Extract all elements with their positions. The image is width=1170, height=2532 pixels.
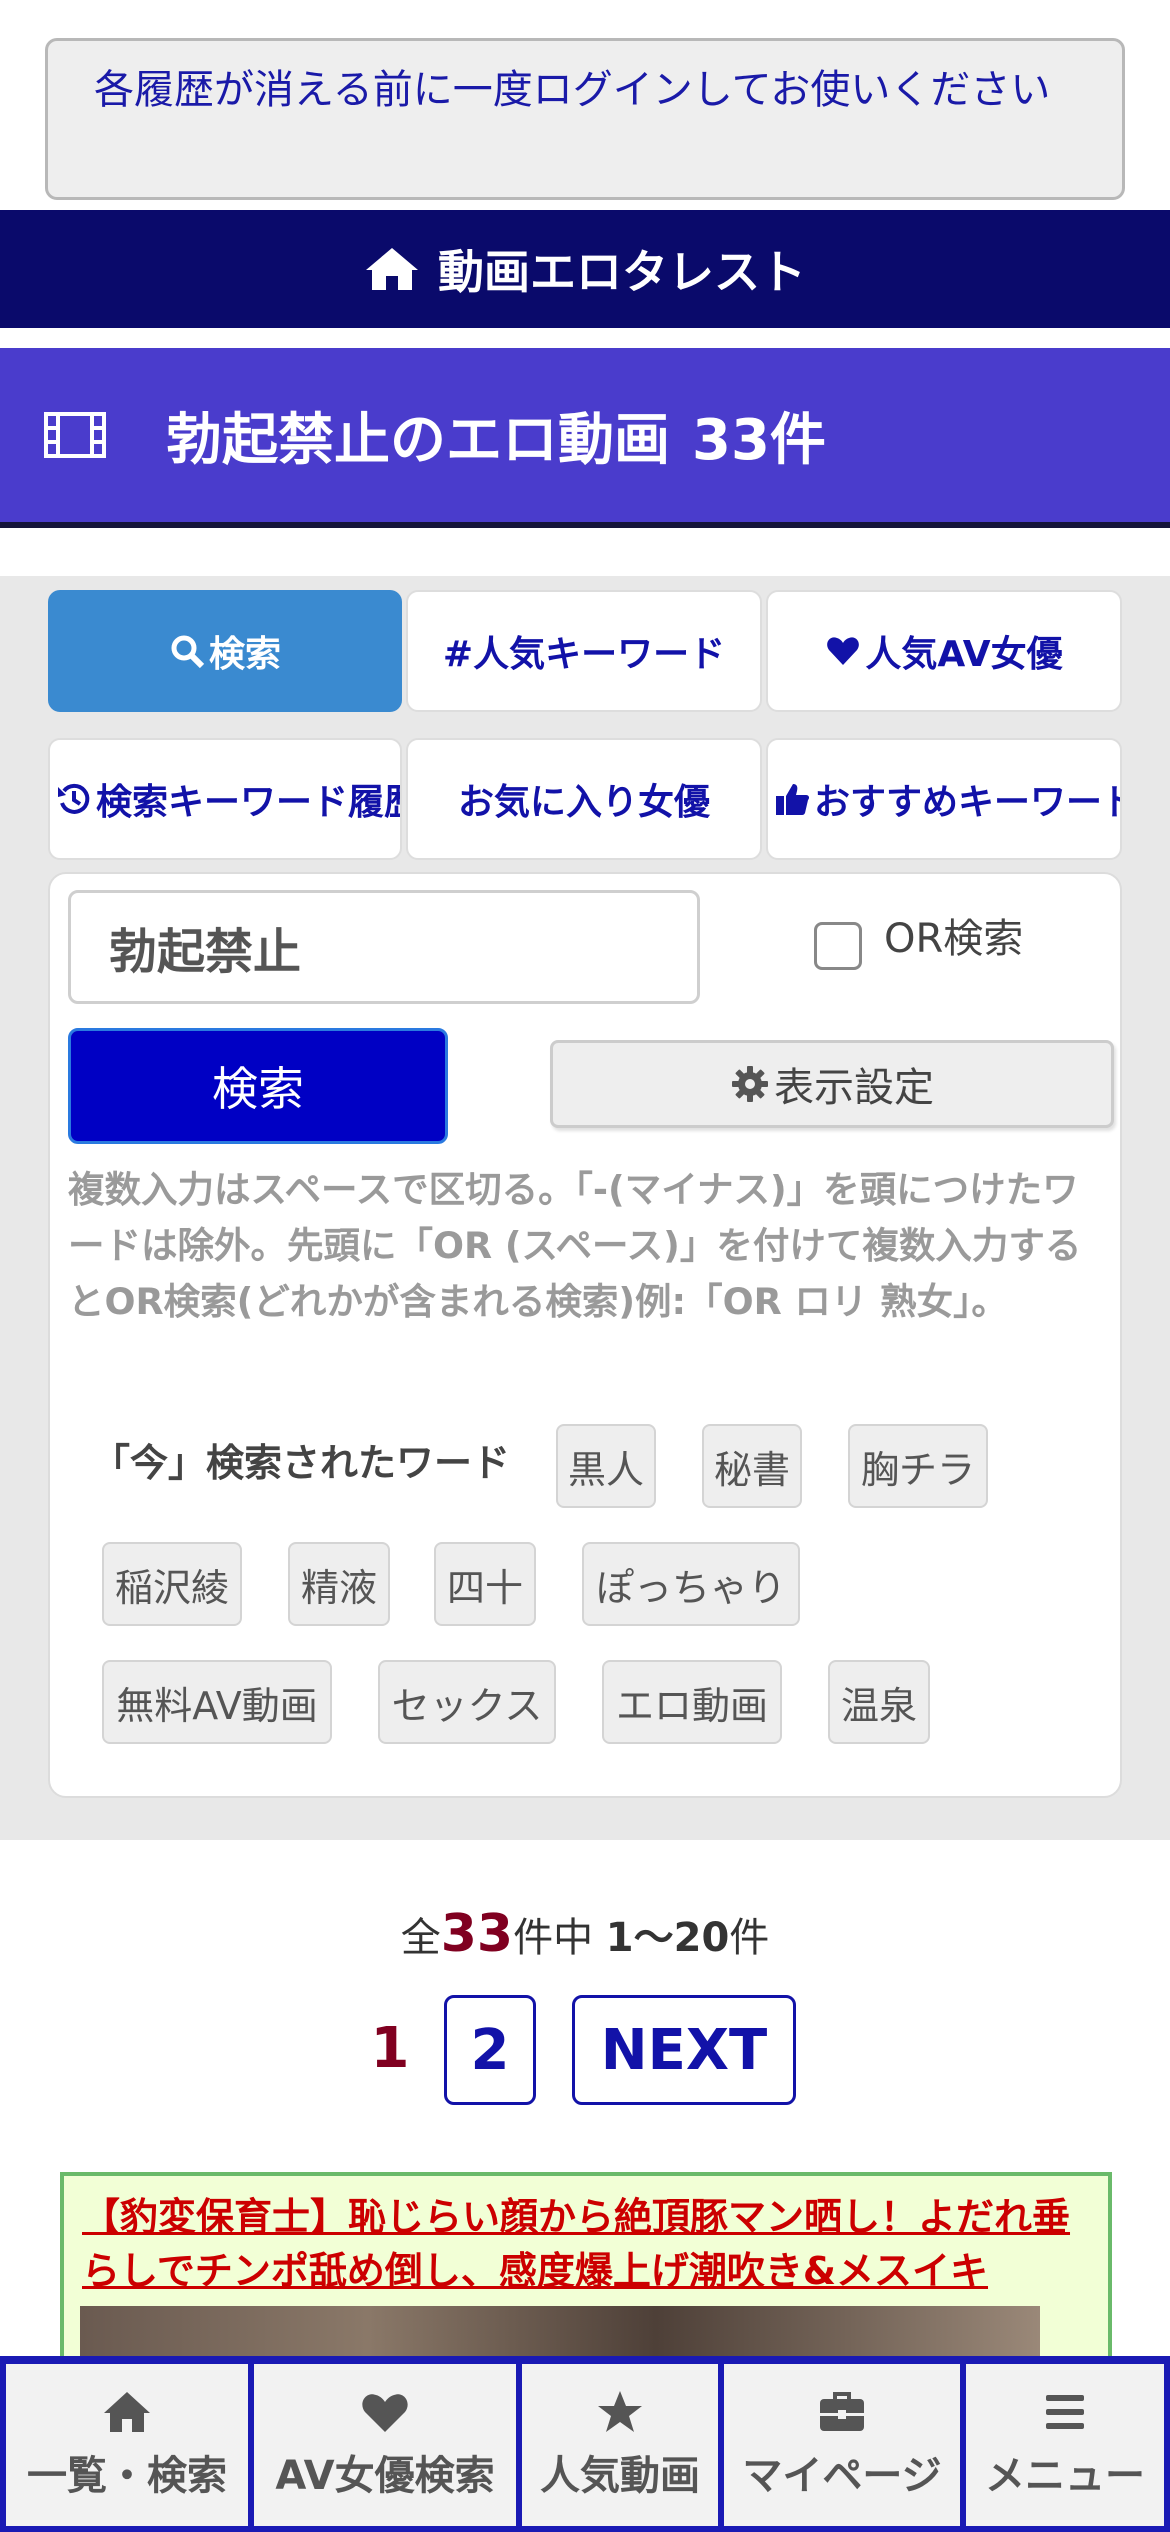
pager-current-page: 1 (370, 2015, 410, 2081)
heart-icon (827, 637, 860, 665)
result-total: 33 (440, 1904, 514, 1964)
nav-menu[interactable]: メニュー (966, 2364, 1164, 2526)
recent-word-chip[interactable]: 四十 (434, 1542, 536, 1626)
home-icon (366, 248, 418, 290)
pager-next-button[interactable]: NEXT (572, 1995, 796, 2105)
result-count-suffix: 件 (729, 1915, 770, 1961)
result-range: 1〜20 (605, 1915, 730, 1961)
recent-word-chip[interactable]: セックス (378, 1660, 556, 1744)
tab-search[interactable]: 検索 (48, 590, 402, 712)
nav-list-search[interactable]: 一覧・検索 (6, 2364, 248, 2526)
briefcase-icon (820, 2392, 864, 2431)
result-count: 全33件中 1〜20件 (0, 1904, 1170, 1964)
tab-search-history[interactable]: 検索キーワード履歴 (48, 738, 402, 860)
video-title: 【豹変保育士】恥じらい顔から絶頂豚マン晒し！よだれ垂らしでチンポ舐め倒し、感度爆… (82, 2195, 1071, 2293)
gear-icon (732, 1066, 768, 1102)
nav-actress-search[interactable]: AV女優検索 (254, 2364, 516, 2526)
site-header-link[interactable]: 動画エロタレスト (0, 210, 1170, 328)
tab-favorite-actresses-label: お気に入り女優 (457, 782, 710, 823)
nav-label: AV女優検索 (275, 2453, 495, 2499)
display-settings-label: 表示設定 (774, 1065, 934, 1111)
search-icon (171, 635, 205, 669)
video-title-link[interactable]: 【豹変保育士】恥じらい顔から絶頂豚マン晒し！よだれ垂らしでチンポ舐め倒し、感度爆… (82, 2190, 1102, 2298)
tab-search-history-label: 検索キーワード履歴 (96, 782, 402, 823)
nav-label: 一覧・検索 (27, 2453, 227, 2499)
thumbs-up-icon (776, 784, 810, 815)
page-title: 勃起禁止のエロ動画 33件 (0, 348, 1170, 528)
tab-popular-actresses[interactable]: 人気AV女優 (766, 590, 1122, 712)
recent-word-chip[interactable]: 無料AV動画 (102, 1660, 332, 1744)
login-notice: 各履歴が消える前に一度ログインしてお使いください (45, 38, 1125, 200)
home-icon (104, 2392, 150, 2432)
nav-label: メニュー (985, 2453, 1145, 2499)
bottom-nav: 一覧・検索 AV女優検索 人気動画 マイページ メニュー (0, 2356, 1170, 2532)
tab-popular-keywords-label: #人気キーワード (442, 634, 726, 675)
heart-icon (362, 2394, 408, 2432)
nav-label: マイページ (742, 2453, 942, 2499)
or-search-label: OR検索 (884, 916, 1024, 962)
recent-word-chip[interactable]: 稲沢綾 (102, 1542, 242, 1626)
page-title-keyword: 勃起禁止のエロ動画 (166, 407, 670, 473)
recent-words-label: 「今」検索されたワード (92, 1441, 511, 1485)
recent-word-chip[interactable]: 精液 (288, 1542, 390, 1626)
or-search-checkbox[interactable]: OR検索 (814, 900, 1023, 970)
tab-recommended-keywords-label: おすすめキーワード (814, 782, 1122, 823)
recent-word-chip[interactable]: 黒人 (556, 1424, 656, 1508)
result-count-mid: 件中 (513, 1915, 594, 1961)
checkbox-box[interactable] (814, 922, 862, 970)
page-title-count: 33件 (692, 407, 826, 473)
recent-word-chip[interactable]: 秘書 (702, 1424, 802, 1508)
page: 各履歴が消える前に一度ログインしてお使いください 動画エロタレスト 勃起禁止のエ… (0, 0, 1170, 2532)
recent-word-chip[interactable]: エロ動画 (602, 1660, 782, 1744)
recent-word-chip[interactable]: ぽっちゃり (582, 1542, 800, 1626)
search-button[interactable]: 検索 (68, 1028, 448, 1144)
recent-word-chip[interactable]: 温泉 (828, 1660, 930, 1744)
display-settings-button[interactable]: 表示設定 (550, 1040, 1114, 1128)
recent-word-chip[interactable]: 胸チラ (848, 1424, 988, 1508)
search-input[interactable] (68, 890, 700, 1004)
tab-search-label: 検索 (208, 634, 281, 675)
tab-popular-actresses-label: 人気AV女優 (865, 634, 1063, 675)
menu-icon (1046, 2395, 1084, 2429)
nav-label: 人気動画 (540, 2453, 700, 2499)
tab-popular-keywords[interactable]: #人気キーワード (406, 590, 762, 712)
nav-my-page[interactable]: マイページ (724, 2364, 960, 2526)
site-title: 動画エロタレスト (438, 245, 806, 299)
film-icon (44, 412, 106, 458)
nav-popular-videos[interactable]: 人気動画 (522, 2364, 718, 2526)
star-icon (598, 2391, 642, 2432)
history-icon (58, 783, 90, 814)
pager-page-2[interactable]: 2 (444, 1995, 536, 2105)
tab-favorite-actresses[interactable]: お気に入り女優 (406, 738, 762, 860)
result-count-prefix: 全 (400, 1915, 441, 1961)
search-help-text: 複数入力はスペースで区切る。「-(マイナス)」を頭につけたワードは除外。先頭に「… (68, 1168, 1082, 1323)
tab-recommended-keywords[interactable]: おすすめキーワード (766, 738, 1122, 860)
